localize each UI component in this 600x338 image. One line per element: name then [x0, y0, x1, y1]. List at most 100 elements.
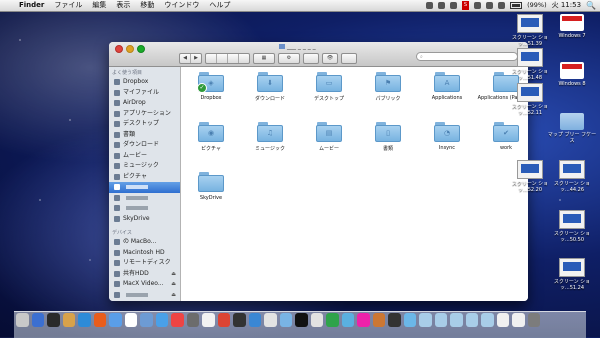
sidebar-item[interactable]: SkyDrive [109, 214, 180, 225]
view-icon-button[interactable] [206, 54, 217, 63]
sidebar-item[interactable]: ⏏ [109, 290, 180, 301]
dock-app-icon[interactable] [202, 313, 215, 327]
dock-app-icon[interactable] [527, 313, 540, 327]
sidebar-item[interactable]: マイファイル [109, 88, 180, 99]
desktop-icon[interactable]: Windows 7 [547, 14, 597, 39]
status-icon[interactable] [437, 2, 445, 9]
minimize-button[interactable] [126, 45, 134, 53]
dock-app-icon[interactable] [372, 313, 385, 327]
dock-app-icon[interactable] [171, 313, 184, 327]
sidebar-item[interactable]: ミュージック [109, 161, 180, 172]
arrange-button[interactable]: ▦ [253, 53, 275, 64]
dock-app-icon[interactable] [357, 313, 370, 327]
spotlight-icon[interactable]: 🔍 [586, 0, 596, 11]
folder-item[interactable]: SkyDrive [182, 172, 240, 201]
folder-item[interactable]: ▯ 書類 [359, 122, 417, 152]
status-icon[interactable] [425, 2, 433, 9]
dock-app-icon[interactable] [279, 313, 292, 327]
volume-icon[interactable] [498, 2, 506, 9]
desktop-icon[interactable]: スクリーン ショッ...44.26 [547, 160, 597, 193]
action-button[interactable]: ⚙ [278, 53, 300, 64]
dock-app-icon[interactable] [62, 313, 75, 327]
sidebar-item[interactable]: Dropbox [109, 77, 180, 88]
dock-app-icon[interactable] [341, 313, 354, 327]
sidebar-item[interactable]: ピクチャ [109, 172, 180, 183]
dock-app-icon[interactable] [16, 313, 29, 327]
dock-app-icon[interactable] [434, 313, 447, 327]
sidebar-item[interactable] [109, 182, 180, 193]
status-badge[interactable]: S [461, 1, 470, 10]
folder-item[interactable]: ◉ ピクチャ [182, 122, 240, 152]
close-button[interactable] [115, 45, 123, 53]
clock[interactable]: 火 11:53 [552, 0, 581, 11]
desktop-icon[interactable]: スクリーン ショッ...51.24 [547, 258, 597, 291]
dock-app-icon[interactable] [264, 313, 277, 327]
desktop-icon[interactable]: スクリーン ショッ...52.11 [505, 83, 555, 116]
dock-app-icon[interactable] [140, 313, 153, 327]
dock-app-icon[interactable] [186, 313, 199, 327]
folder-item[interactable]: ◔ Insync [418, 122, 476, 151]
tags-button[interactable] [341, 53, 357, 64]
folder-item[interactable]: ♫ ミュージック [241, 122, 299, 152]
menu-file[interactable]: ファイル [49, 0, 87, 11]
dock-app-icon[interactable] [233, 313, 246, 327]
dock-app-icon[interactable] [31, 313, 44, 327]
folder-item[interactable]: ▭ デスクトップ [300, 72, 358, 102]
sidebar-item[interactable]: AirDrop [109, 98, 180, 109]
dock-app-icon[interactable] [93, 313, 106, 327]
dock-app-icon[interactable] [78, 313, 91, 327]
sidebar-item[interactable] [109, 203, 180, 214]
dock-app-icon[interactable] [326, 313, 339, 327]
folder-item[interactable]: A Applications [418, 72, 476, 101]
dock-app-icon[interactable] [496, 313, 509, 327]
dock-app-icon[interactable] [450, 313, 463, 327]
dock-app-icon[interactable] [310, 313, 323, 327]
menu-window[interactable]: ウインドウ [159, 0, 204, 11]
sidebar-item[interactable]: アプリケーション [109, 109, 180, 120]
quicklook-button[interactable]: 👁 [322, 53, 338, 64]
title-bar[interactable]: ___ _ _ _ _ ◀ ▶ ▦ ⚙ 👁 ⌕ ≡ [109, 42, 528, 67]
dock-app-icon[interactable] [124, 313, 137, 327]
sidebar-item[interactable]: MacX Video... ⏏ [109, 279, 180, 290]
folder-item[interactable]: ◈ ✓ Dropbox [182, 72, 240, 101]
dock-app-icon[interactable] [295, 313, 308, 327]
desktop-icon[interactable]: スクリーン ショッ...50.50 [547, 210, 597, 243]
dock-app-icon[interactable] [388, 313, 401, 327]
menu-edit[interactable]: 編集 [87, 0, 111, 11]
status-icon[interactable] [449, 2, 457, 9]
dock-app-icon[interactable] [109, 313, 122, 327]
sidebar-item[interactable] [109, 193, 180, 204]
folder-item[interactable]: ✔ work [477, 122, 528, 151]
search-input[interactable]: ⌕ [416, 52, 518, 61]
sidebar-item[interactable]: の MacBo... [109, 237, 180, 248]
dock-app-icon[interactable] [481, 313, 494, 327]
view-coverflow-button[interactable] [239, 54, 249, 63]
eject-icon[interactable]: ⏏ [171, 269, 176, 280]
sidebar-item[interactable]: ダウンロード [109, 140, 180, 151]
sidebar-item[interactable]: リモートディスク [109, 258, 180, 269]
view-list-button[interactable] [217, 54, 228, 63]
back-button[interactable]: ◀ [180, 54, 191, 63]
eject-icon[interactable]: ⏏ [171, 290, 176, 301]
forward-button[interactable]: ▶ [191, 54, 201, 63]
battery-icon[interactable] [510, 2, 523, 9]
sidebar-item[interactable]: 書類 [109, 130, 180, 141]
dock-app-icon[interactable] [217, 313, 230, 327]
sidebar-item[interactable]: ムービー [109, 151, 180, 162]
dock-app-icon[interactable] [512, 313, 525, 327]
bluetooth-icon[interactable] [474, 2, 482, 9]
folder-item[interactable]: ⬇ ダウンロード [241, 72, 299, 102]
folder-item[interactable]: ▤ ムービー [300, 122, 358, 152]
dock-app-icon[interactable] [248, 313, 261, 327]
sidebar-item[interactable]: 共有HDD ⏏ [109, 269, 180, 280]
menu-go[interactable]: 移動 [135, 0, 159, 11]
dock-app-icon[interactable] [155, 313, 168, 327]
dock-app-icon[interactable] [465, 313, 478, 327]
menu-finder[interactable]: Finder [14, 0, 49, 11]
view-column-button[interactable] [228, 54, 239, 63]
wifi-icon[interactable] [486, 2, 494, 9]
menu-help[interactable]: ヘルプ [204, 0, 235, 11]
folder-item[interactable]: ⚑ パブリック [359, 72, 417, 102]
dock-app-icon[interactable] [403, 313, 416, 327]
dock-app-icon[interactable] [419, 313, 432, 327]
